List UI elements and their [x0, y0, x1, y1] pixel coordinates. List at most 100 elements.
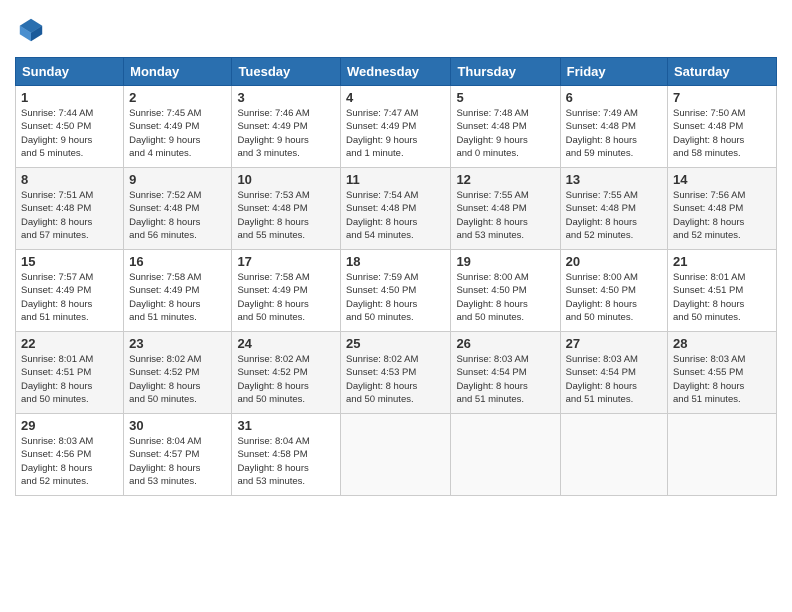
calendar-cell: 24Sunrise: 8:02 AM Sunset: 4:52 PM Dayli…	[232, 332, 341, 414]
calendar-cell: 26 Sunrise: 8:03 AM Sunset: 4:54 PM Dayli…	[451, 332, 560, 414]
week-row-5: 29 Sunrise: 8:03 AM Sunset: 4:56 PM Dayli…	[16, 414, 777, 496]
day-info: Sunrise: 7:52 AM Sunset: 4:48 PM Dayligh…	[129, 189, 226, 242]
weekday-header-friday: Friday	[560, 58, 667, 86]
day-number: 10	[237, 172, 335, 187]
day-number: 17	[237, 254, 335, 269]
day-info: Sunrise: 7:55 AM Sunset: 4:48 PM Dayligh…	[566, 189, 662, 242]
calendar-cell: 3 Sunrise: 7:46 AM Sunset: 4:49 PM Daylig…	[232, 86, 341, 168]
calendar-cell: 31 Sunrise: 8:04 AM Sunset: 4:58 PM Dayli…	[232, 414, 341, 496]
calendar-cell: 23 Sunrise: 8:02 AM Sunset: 4:52 PM Dayli…	[124, 332, 232, 414]
calendar-cell: 17 Sunrise: 7:58 AM Sunset: 4:49 PM Dayli…	[232, 250, 341, 332]
calendar-cell: 28Sunrise: 8:03 AM Sunset: 4:55 PM Dayli…	[668, 332, 777, 414]
day-number: 5	[456, 90, 554, 105]
calendar-cell: 30 Sunrise: 8:04 AM Sunset: 4:57 PM Dayli…	[124, 414, 232, 496]
day-number: 9	[129, 172, 226, 187]
calendar-cell: 2 Sunrise: 7:45 AM Sunset: 4:49 PM Daylig…	[124, 86, 232, 168]
calendar-cell: 21Sunrise: 8:01 AM Sunset: 4:51 PM Dayli…	[668, 250, 777, 332]
calendar-cell: 9 Sunrise: 7:52 AM Sunset: 4:48 PM Daylig…	[124, 168, 232, 250]
day-number: 23	[129, 336, 226, 351]
calendar-table: SundayMondayTuesdayWednesdayThursdayFrid…	[15, 57, 777, 496]
day-info: Sunrise: 7:58 AM Sunset: 4:49 PM Dayligh…	[129, 271, 226, 324]
calendar-cell	[668, 414, 777, 496]
day-info: Sunrise: 7:59 AM Sunset: 4:50 PM Dayligh…	[346, 271, 445, 324]
day-info: Sunrise: 8:00 AM Sunset: 4:50 PM Dayligh…	[456, 271, 554, 324]
weekday-header-row: SundayMondayTuesdayWednesdayThursdayFrid…	[16, 58, 777, 86]
day-number: 19	[456, 254, 554, 269]
calendar-cell: 10Sunrise: 7:53 AM Sunset: 4:48 PM Dayli…	[232, 168, 341, 250]
page-container: SundayMondayTuesdayWednesdayThursdayFrid…	[0, 0, 792, 511]
day-number: 2	[129, 90, 226, 105]
day-info: Sunrise: 7:47 AM Sunset: 4:49 PM Dayligh…	[346, 107, 445, 160]
weekday-header-thursday: Thursday	[451, 58, 560, 86]
header	[15, 10, 777, 49]
day-info: Sunrise: 8:01 AM Sunset: 4:51 PM Dayligh…	[673, 271, 771, 324]
day-number: 27	[566, 336, 662, 351]
day-number: 16	[129, 254, 226, 269]
calendar-cell: 14 Sunrise: 7:56 AM Sunset: 4:48 PM Dayli…	[668, 168, 777, 250]
calendar-cell	[451, 414, 560, 496]
calendar-cell: 27 Sunrise: 8:03 AM Sunset: 4:54 PM Dayli…	[560, 332, 667, 414]
day-info: Sunrise: 7:48 AM Sunset: 4:48 PM Dayligh…	[456, 107, 554, 160]
weekday-header-saturday: Saturday	[668, 58, 777, 86]
calendar-cell: 8 Sunrise: 7:51 AM Sunset: 4:48 PM Daylig…	[16, 168, 124, 250]
calendar-cell: 19 Sunrise: 8:00 AM Sunset: 4:50 PM Dayli…	[451, 250, 560, 332]
day-info: Sunrise: 8:04 AM Sunset: 4:58 PM Dayligh…	[237, 435, 335, 488]
day-number: 30	[129, 418, 226, 433]
day-number: 14	[673, 172, 771, 187]
calendar-cell: 29 Sunrise: 8:03 AM Sunset: 4:56 PM Dayli…	[16, 414, 124, 496]
day-number: 22	[21, 336, 118, 351]
calendar-cell: 4Sunrise: 7:47 AM Sunset: 4:49 PM Daylig…	[341, 86, 451, 168]
day-info: Sunrise: 8:03 AM Sunset: 4:54 PM Dayligh…	[456, 353, 554, 406]
calendar-cell: 5 Sunrise: 7:48 AM Sunset: 4:48 PM Daylig…	[451, 86, 560, 168]
calendar-cell: 15Sunrise: 7:57 AM Sunset: 4:49 PM Dayli…	[16, 250, 124, 332]
day-info: Sunrise: 8:03 AM Sunset: 4:56 PM Dayligh…	[21, 435, 118, 488]
calendar-cell: 22 Sunrise: 8:01 AM Sunset: 4:51 PM Dayli…	[16, 332, 124, 414]
day-info: Sunrise: 8:03 AM Sunset: 4:54 PM Dayligh…	[566, 353, 662, 406]
day-info: Sunrise: 8:04 AM Sunset: 4:57 PM Dayligh…	[129, 435, 226, 488]
day-info: Sunrise: 7:56 AM Sunset: 4:48 PM Dayligh…	[673, 189, 771, 242]
calendar-cell	[341, 414, 451, 496]
week-row-3: 15Sunrise: 7:57 AM Sunset: 4:49 PM Dayli…	[16, 250, 777, 332]
calendar-cell: 12 Sunrise: 7:55 AM Sunset: 4:48 PM Dayli…	[451, 168, 560, 250]
weekday-header-wednesday: Wednesday	[341, 58, 451, 86]
day-number: 13	[566, 172, 662, 187]
day-number: 20	[566, 254, 662, 269]
day-info: Sunrise: 8:02 AM Sunset: 4:53 PM Dayligh…	[346, 353, 445, 406]
calendar-cell: 16 Sunrise: 7:58 AM Sunset: 4:49 PM Dayli…	[124, 250, 232, 332]
calendar-cell: 7Sunrise: 7:50 AM Sunset: 4:48 PM Daylig…	[668, 86, 777, 168]
calendar-cell: 1Sunrise: 7:44 AM Sunset: 4:50 PM Daylig…	[16, 86, 124, 168]
day-number: 7	[673, 90, 771, 105]
day-number: 8	[21, 172, 118, 187]
day-info: Sunrise: 8:02 AM Sunset: 4:52 PM Dayligh…	[237, 353, 335, 406]
day-number: 25	[346, 336, 445, 351]
day-number: 6	[566, 90, 662, 105]
weekday-header-sunday: Sunday	[16, 58, 124, 86]
logo-icon	[17, 16, 45, 44]
calendar-cell: 13 Sunrise: 7:55 AM Sunset: 4:48 PM Dayli…	[560, 168, 667, 250]
day-number: 31	[237, 418, 335, 433]
day-info: Sunrise: 7:45 AM Sunset: 4:49 PM Dayligh…	[129, 107, 226, 160]
day-number: 29	[21, 418, 118, 433]
weekday-header-tuesday: Tuesday	[232, 58, 341, 86]
day-number: 18	[346, 254, 445, 269]
day-info: Sunrise: 7:55 AM Sunset: 4:48 PM Dayligh…	[456, 189, 554, 242]
day-number: 12	[456, 172, 554, 187]
calendar-cell: 11 Sunrise: 7:54 AM Sunset: 4:48 PM Dayli…	[341, 168, 451, 250]
calendar-cell	[560, 414, 667, 496]
calendar-cell: 18 Sunrise: 7:59 AM Sunset: 4:50 PM Dayli…	[341, 250, 451, 332]
day-info: Sunrise: 8:02 AM Sunset: 4:52 PM Dayligh…	[129, 353, 226, 406]
day-info: Sunrise: 7:54 AM Sunset: 4:48 PM Dayligh…	[346, 189, 445, 242]
day-info: Sunrise: 7:51 AM Sunset: 4:48 PM Dayligh…	[21, 189, 118, 242]
calendar-cell: 25 Sunrise: 8:02 AM Sunset: 4:53 PM Dayli…	[341, 332, 451, 414]
week-row-1: 1Sunrise: 7:44 AM Sunset: 4:50 PM Daylig…	[16, 86, 777, 168]
day-info: Sunrise: 7:58 AM Sunset: 4:49 PM Dayligh…	[237, 271, 335, 324]
day-info: Sunrise: 8:01 AM Sunset: 4:51 PM Dayligh…	[21, 353, 118, 406]
day-number: 26	[456, 336, 554, 351]
week-row-2: 8 Sunrise: 7:51 AM Sunset: 4:48 PM Daylig…	[16, 168, 777, 250]
logo	[15, 16, 49, 49]
weekday-header-monday: Monday	[124, 58, 232, 86]
day-number: 28	[673, 336, 771, 351]
day-info: Sunrise: 7:46 AM Sunset: 4:49 PM Dayligh…	[237, 107, 335, 160]
day-number: 11	[346, 172, 445, 187]
day-number: 3	[237, 90, 335, 105]
